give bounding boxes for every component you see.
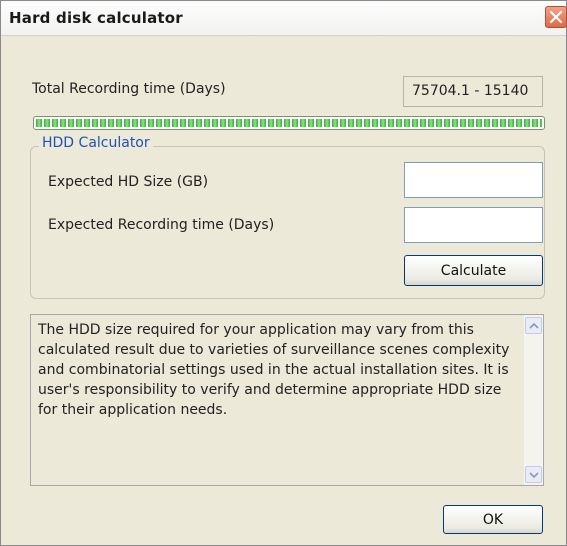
- title-bar: Hard disk calculator: [1, 1, 567, 36]
- scroll-up-button[interactable]: [525, 317, 542, 334]
- scroll-down-button[interactable]: [525, 466, 542, 483]
- total-recording-label: Total Recording time (Days): [32, 81, 226, 97]
- vertical-scrollbar[interactable]: [524, 315, 543, 485]
- calculate-button[interactable]: Calculate: [404, 255, 543, 286]
- window-title: Hard disk calculator: [9, 9, 183, 27]
- hd-size-input[interactable]: [404, 162, 543, 198]
- ok-button[interactable]: OK: [443, 505, 543, 534]
- recording-time-label: Expected Recording time (Days): [48, 217, 275, 233]
- notice-text: The HDD size required for your applicati…: [38, 322, 510, 418]
- close-button[interactable]: [545, 6, 567, 28]
- progress-bar: [33, 116, 545, 130]
- hard-disk-calculator-dialog: Hard disk calculator Total Recording tim…: [0, 0, 567, 546]
- hd-size-label: Expected HD Size (GB): [48, 174, 209, 190]
- hdd-calculator-legend: HDD Calculator: [39, 135, 153, 151]
- chevron-up-icon: [529, 322, 539, 329]
- total-recording-value: 75704.1 - 15140: [403, 76, 543, 107]
- chevron-down-icon: [529, 472, 539, 479]
- notice-memo[interactable]: The HDD size required for your applicati…: [30, 314, 544, 486]
- recording-time-input[interactable]: [404, 207, 543, 243]
- close-icon: [549, 10, 563, 24]
- progress-fill: [36, 119, 542, 127]
